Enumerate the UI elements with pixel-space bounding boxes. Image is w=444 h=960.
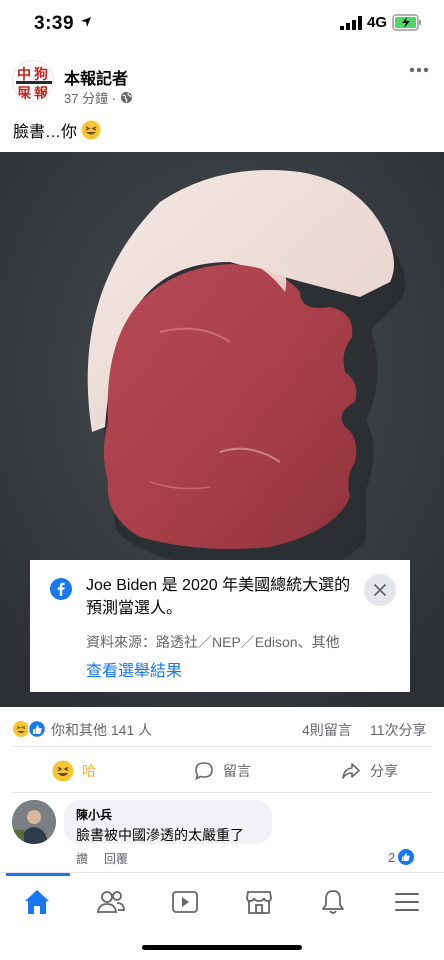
svg-text:中: 中 [17, 66, 31, 83]
like-icon [398, 849, 415, 865]
share-icon [342, 763, 360, 779]
haha-button[interactable]: 哈 [52, 760, 96, 782]
status-time: 3:39 [34, 13, 75, 34]
globe-icon [120, 91, 133, 104]
svg-text:屎: 屎 [17, 86, 32, 102]
commenter-avatar[interactable] [12, 800, 56, 844]
divider [12, 746, 432, 747]
home-icon[interactable] [22, 887, 52, 917]
post-header: 中 狗 屎 報 本報記者 37 分鐘 · [0, 52, 444, 116]
battery-charging-icon [392, 14, 421, 31]
comment-label: 留言 [223, 763, 251, 779]
comment-like-button[interactable]: 讚 [76, 850, 88, 867]
reactions-row: 你和其他 141 人 4則留言 11次分享 [0, 714, 444, 744]
svg-text:狗: 狗 [34, 66, 48, 83]
svg-text:報: 報 [34, 85, 49, 102]
comment-likes-count: 2 [388, 849, 396, 865]
location-arrow-icon [81, 17, 91, 27]
reaction-icons[interactable] [12, 720, 48, 738]
home-indicator [142, 945, 302, 950]
view-election-results-link[interactable]: 查看選舉結果 [86, 657, 182, 681]
card-source: 資料來源：路透社／NEP／Edison、其他 [86, 634, 340, 650]
card-headline: Joe Biden 是 2020 年美國總統大選的預測當選人。 [86, 577, 351, 617]
haha-icon [52, 760, 74, 782]
shares-count[interactable]: 11次分享 [370, 720, 427, 740]
comment-likes[interactable]: 2 [388, 849, 415, 865]
haha-label: 哈 [82, 763, 96, 779]
laughing-emoji-icon [81, 120, 101, 140]
reaction-summary[interactable]: 你和其他 141 人 [51, 720, 152, 740]
friends-icon[interactable] [96, 887, 126, 917]
avatar [12, 800, 56, 844]
post-caption: 臉書…你 [13, 124, 78, 141]
more-options-icon[interactable] [408, 62, 430, 78]
facebook-icon [50, 578, 72, 600]
close-button[interactable] [364, 574, 396, 606]
comments-count[interactable]: 4則留言 [302, 720, 352, 740]
comment-text: 臉書被中國滲透的太嚴重了 [76, 827, 244, 843]
post-time[interactable]: 37 分鐘 · [64, 88, 116, 107]
comment-bubble[interactable]: 陳小兵 臉書被中國滲透的太嚴重了 [64, 800, 272, 844]
status-bar: 3:39 4G [0, 0, 444, 48]
marketplace-icon[interactable] [244, 887, 274, 917]
active-tab-indicator [6, 873, 70, 876]
signal-icon [340, 16, 362, 30]
post-text: 臉書…你 [13, 118, 101, 142]
comment-icon [195, 762, 213, 781]
post-meta: 37 分鐘 · [64, 88, 133, 107]
page-avatar[interactable]: 中 狗 屎 報 [12, 60, 54, 102]
network-type: 4G [367, 14, 388, 31]
post-photo[interactable]: Joe Biden 是 2020 年美國總統大選的預測當選人。 資料來源：路透社… [0, 152, 444, 707]
comment-button[interactable]: 留言 [193, 760, 251, 782]
newspaper-logo: 中 狗 屎 報 [13, 61, 53, 102]
divider [12, 792, 432, 793]
share-button[interactable]: 分享 [340, 760, 398, 782]
close-icon [374, 584, 386, 596]
comment-author[interactable]: 陳小兵 [76, 806, 260, 823]
comment-actions: 讚 回覆 [76, 850, 128, 867]
notifications-icon[interactable] [318, 887, 348, 917]
watch-icon[interactable] [170, 887, 200, 917]
page-name[interactable]: 本報記者 [64, 65, 128, 89]
share-label: 分享 [370, 763, 398, 779]
menu-icon[interactable] [392, 887, 422, 917]
actions-row: 哈 留言 分享 [0, 754, 444, 790]
comment-reply-button[interactable]: 回覆 [104, 850, 128, 867]
election-info-card[interactable]: Joe Biden 是 2020 年美國總統大選的預測當選人。 資料來源：路透社… [30, 560, 410, 692]
